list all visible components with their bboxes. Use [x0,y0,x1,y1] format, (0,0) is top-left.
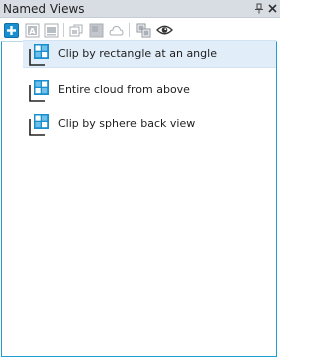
named-view-icon [28,79,50,103]
rename-view-icon[interactable]: A [24,22,40,38]
list-item-view-3[interactable]: Clip by sphere back view [23,111,276,139]
named-view-icon [28,43,50,67]
view-name: Entire cloud from above [58,83,190,96]
toolbar-separator [129,23,130,37]
close-icon[interactable] [265,1,279,16]
toolbar-separator [63,23,64,37]
stack-view-icon[interactable] [135,22,151,38]
view-name: Clip by rectangle at an angle [58,47,217,60]
fill-view-icon[interactable] [88,22,104,38]
update-view-icon[interactable] [43,22,59,38]
view-name: Clip by sphere back view [58,117,196,130]
svg-text:A: A [29,27,36,36]
panel-title: Named Views [3,2,85,16]
list-item-view-1[interactable]: Clip by rectangle at an angle [23,40,276,68]
copy-view-icon[interactable] [68,22,84,38]
pin-icon[interactable] [252,1,266,16]
eye-icon[interactable] [155,22,173,38]
list-item-view-2[interactable]: Entire cloud from above [23,77,276,105]
named-view-icon [28,113,50,137]
panel-titlebar[interactable]: Named Views [0,0,280,18]
views-toolbar: A [0,19,280,41]
cloud-view-icon[interactable] [108,22,124,38]
add-view-icon[interactable] [3,22,19,38]
named-views-panel: Named Views A Clip by rectangle at an an… [0,0,280,360]
